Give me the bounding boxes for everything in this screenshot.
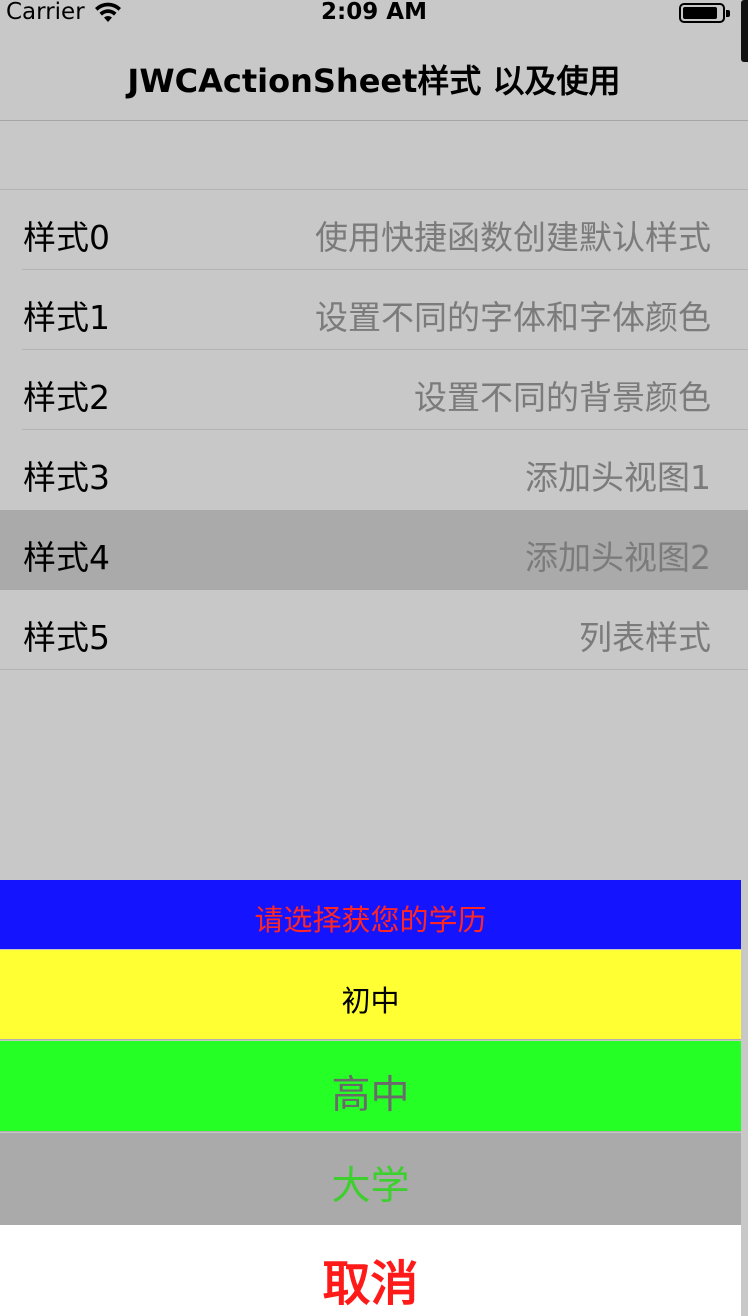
option-label: 初中 xyxy=(341,984,400,1018)
clock: 2:09 AM xyxy=(321,0,427,25)
option-junior-high[interactable]: 初中 xyxy=(0,950,741,1040)
list-item[interactable]: 样式1 设置不同的字体和字体颜色 xyxy=(0,270,748,350)
row-detail: 添加头视图1 xyxy=(525,458,711,497)
row-label: 样式3 xyxy=(23,458,110,497)
row-detail: 设置不同的背景颜色 xyxy=(414,378,711,417)
option-label: 高中 xyxy=(331,1073,410,1118)
battery-level xyxy=(683,7,717,19)
row-label: 样式4 xyxy=(23,538,110,577)
option-senior-high[interactable]: 高中 xyxy=(0,1041,741,1132)
table-section-header xyxy=(0,122,748,190)
list-item-selected[interactable]: 样式4 添加头视图2 xyxy=(0,510,748,590)
action-sheet-title: 请选择获您的学历 xyxy=(254,903,487,937)
page-title: JWCActionSheet样式 以及使用 xyxy=(127,62,621,100)
row-detail: 列表样式 xyxy=(579,618,711,657)
row-separator xyxy=(0,669,748,670)
action-sheet: 请选择获您的学历 初中 高中 大学 取消 xyxy=(0,880,748,1316)
list-item[interactable]: 样式5 列表样式 xyxy=(0,590,748,670)
row-label: 样式2 xyxy=(23,378,110,417)
row-label: 样式0 xyxy=(23,218,110,257)
row-detail: 添加头视图2 xyxy=(525,538,711,577)
list-item[interactable]: 样式3 添加头视图1 xyxy=(0,430,748,510)
navigation-bar: JWCActionSheet样式 以及使用 xyxy=(0,26,748,121)
style-list: 样式0 使用快捷函数创建默认样式 样式1 设置不同的字体和字体颜色 样式2 设置… xyxy=(0,190,748,670)
row-label: 样式5 xyxy=(23,618,110,657)
cancel-label: 取消 xyxy=(322,1256,419,1312)
row-detail: 使用快捷函数创建默认样式 xyxy=(315,218,711,257)
option-university[interactable]: 大学 xyxy=(0,1133,741,1225)
battery-icon xyxy=(679,3,730,23)
action-sheet-header: 请选择获您的学历 xyxy=(0,880,741,949)
sheet-edge xyxy=(741,880,748,1316)
list-item[interactable]: 样式0 使用快捷函数创建默认样式 xyxy=(0,190,748,270)
option-label: 大学 xyxy=(331,1164,410,1209)
battery-tip xyxy=(726,10,730,17)
row-detail: 设置不同的字体和字体颜色 xyxy=(315,298,711,337)
status-bar: Carrier 2:09 AM xyxy=(0,0,748,62)
row-label: 样式1 xyxy=(23,298,110,337)
cancel-button[interactable]: 取消 xyxy=(0,1225,741,1316)
list-item[interactable]: 样式2 设置不同的背景颜色 xyxy=(0,350,748,430)
